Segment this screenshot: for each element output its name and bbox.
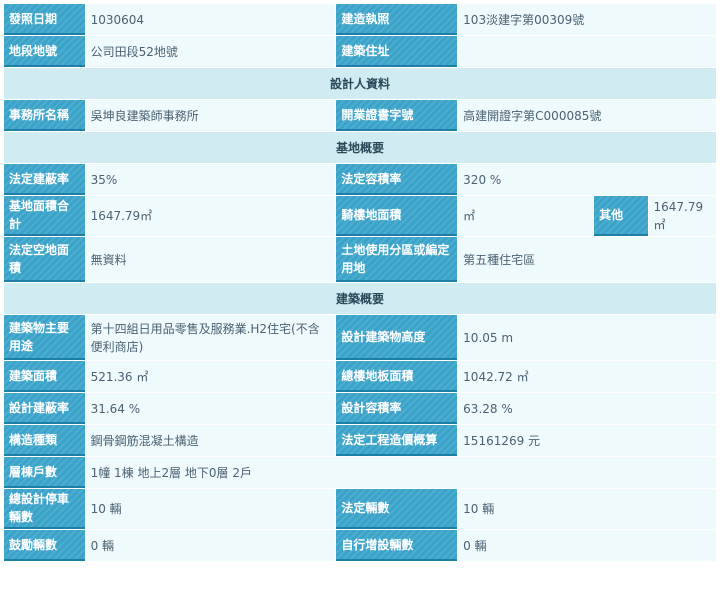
- section-header-row: 建築概要: [4, 283, 716, 314]
- arcade-area-label: 騎樓地面積: [336, 196, 458, 236]
- legal-parking-value: 10 輛: [458, 489, 716, 529]
- license-no-label: 開業證書字號: [336, 100, 458, 131]
- total-parking-value: 10 輛: [85, 489, 336, 529]
- table-row: 事務所名稱 吳坤良建築師事務所 開業證書字號 高建開證字第C000085號: [4, 100, 716, 131]
- main-use-value: 第十四組日用品零售及服務業.H2住宅(不含便利商店): [85, 315, 336, 360]
- legal-cost-value: 15161269 元: [458, 425, 716, 456]
- design-height-value: 10.05 m: [458, 315, 716, 360]
- structure-type-value: 鋼骨鋼筋混凝土構造: [85, 425, 336, 456]
- building-section-header: 建築概要: [4, 283, 716, 314]
- designer-section-header: 設計人資料: [4, 68, 716, 99]
- permit-detail-table: 發照日期 1030604 建造執照 103淡建字第00309號 地段地號 公司田…: [3, 3, 717, 562]
- other-value: 1647.79㎡: [648, 196, 716, 236]
- building-area-value: 521.36 ㎡: [85, 361, 336, 392]
- design-far-label: 設計容積率: [336, 393, 458, 424]
- legal-open-area-value: 無資料: [85, 237, 336, 282]
- site-section-header: 基地概要: [4, 132, 716, 163]
- site-area-total-value: 1647.79㎡: [85, 196, 336, 236]
- legal-coverage-value: 35%: [85, 164, 336, 195]
- table-row: 基地面積合計 1647.79㎡ 騎樓地面積 ㎡ 其他 1647.79㎡: [4, 196, 716, 236]
- office-name-value: 吳坤良建築師事務所: [85, 100, 336, 131]
- building-area-label: 建築面積: [4, 361, 85, 392]
- main-use-label: 建築物主要用途: [4, 315, 85, 360]
- table-row: 發照日期 1030604 建造執照 103淡建字第00309號: [4, 4, 716, 35]
- office-name-label: 事務所名稱: [4, 100, 85, 131]
- legal-far-label: 法定容積率: [336, 164, 458, 195]
- design-far-value: 63.28 %: [458, 393, 716, 424]
- legal-open-area-label: 法定空地面積: [4, 237, 85, 282]
- design-coverage-label: 設計建蔽率: [4, 393, 85, 424]
- legal-cost-label: 法定工程造價概算: [336, 425, 458, 456]
- build-address-value: [458, 36, 716, 67]
- design-height-label: 設計建築物高度: [336, 315, 458, 360]
- incentive-parking-label: 鼓勵輛數: [4, 530, 85, 561]
- table-row: 建築物主要用途 第十四組日用品零售及服務業.H2住宅(不含便利商店) 設計建築物…: [4, 315, 716, 360]
- incentive-parking-value: 0 輛: [85, 530, 336, 561]
- table-row: 層棟戶數 1幢 1棟 地上2層 地下0層 2戶: [4, 457, 716, 488]
- land-use-zone-value: 第五種住宅區: [458, 237, 716, 282]
- build-license-label: 建造執照: [336, 4, 458, 35]
- table-row: 建築面積 521.36 ㎡ 總樓地板面積 1042.72 ㎡: [4, 361, 716, 392]
- total-parking-label: 總設計停車輛數: [4, 489, 85, 529]
- legal-far-value: 320 %: [458, 164, 716, 195]
- permit-date-value: 1030604: [85, 4, 336, 35]
- legal-coverage-label: 法定建蔽率: [4, 164, 85, 195]
- design-coverage-value: 31.64 %: [85, 393, 336, 424]
- total-floor-area-value: 1042.72 ㎡: [458, 361, 716, 392]
- license-no-value: 高建開證字第C000085號: [458, 100, 716, 131]
- table-row: 構造種類 鋼骨鋼筋混凝土構造 法定工程造價概算 15161269 元: [4, 425, 716, 456]
- permit-date-label: 發照日期: [4, 4, 85, 35]
- arcade-area-value: ㎡: [458, 196, 594, 236]
- table-row: 總設計停車輛數 10 輛 法定輛數 10 輛: [4, 489, 716, 529]
- other-label: 其他: [594, 196, 648, 236]
- build-address-label: 建築住址: [336, 36, 458, 67]
- lot-number-value: 公司田段52地號: [85, 36, 336, 67]
- total-floor-area-label: 總樓地板面積: [336, 361, 458, 392]
- floors-units-value: 1幢 1棟 地上2層 地下0層 2戶: [85, 457, 716, 488]
- structure-type-label: 構造種類: [4, 425, 85, 456]
- table-row: 設計建蔽率 31.64 % 設計容積率 63.28 %: [4, 393, 716, 424]
- self-added-parking-label: 自行增設輛數: [336, 530, 458, 561]
- site-area-total-label: 基地面積合計: [4, 196, 85, 236]
- self-added-parking-value: 0 輛: [458, 530, 716, 561]
- lot-number-label: 地段地號: [4, 36, 85, 67]
- floors-units-label: 層棟戶數: [4, 457, 85, 488]
- legal-parking-label: 法定輛數: [336, 489, 458, 529]
- section-header-row: 設計人資料: [4, 68, 716, 99]
- table-row: 地段地號 公司田段52地號 建築住址: [4, 36, 716, 67]
- build-license-value: 103淡建字第00309號: [458, 4, 716, 35]
- table-row: 鼓勵輛數 0 輛 自行增設輛數 0 輛: [4, 530, 716, 561]
- land-use-zone-label: 土地使用分區或編定用地: [336, 237, 458, 282]
- table-row: 法定建蔽率 35% 法定容積率 320 %: [4, 164, 716, 195]
- table-row: 法定空地面積 無資料 土地使用分區或編定用地 第五種住宅區: [4, 237, 716, 282]
- section-header-row: 基地概要: [4, 132, 716, 163]
